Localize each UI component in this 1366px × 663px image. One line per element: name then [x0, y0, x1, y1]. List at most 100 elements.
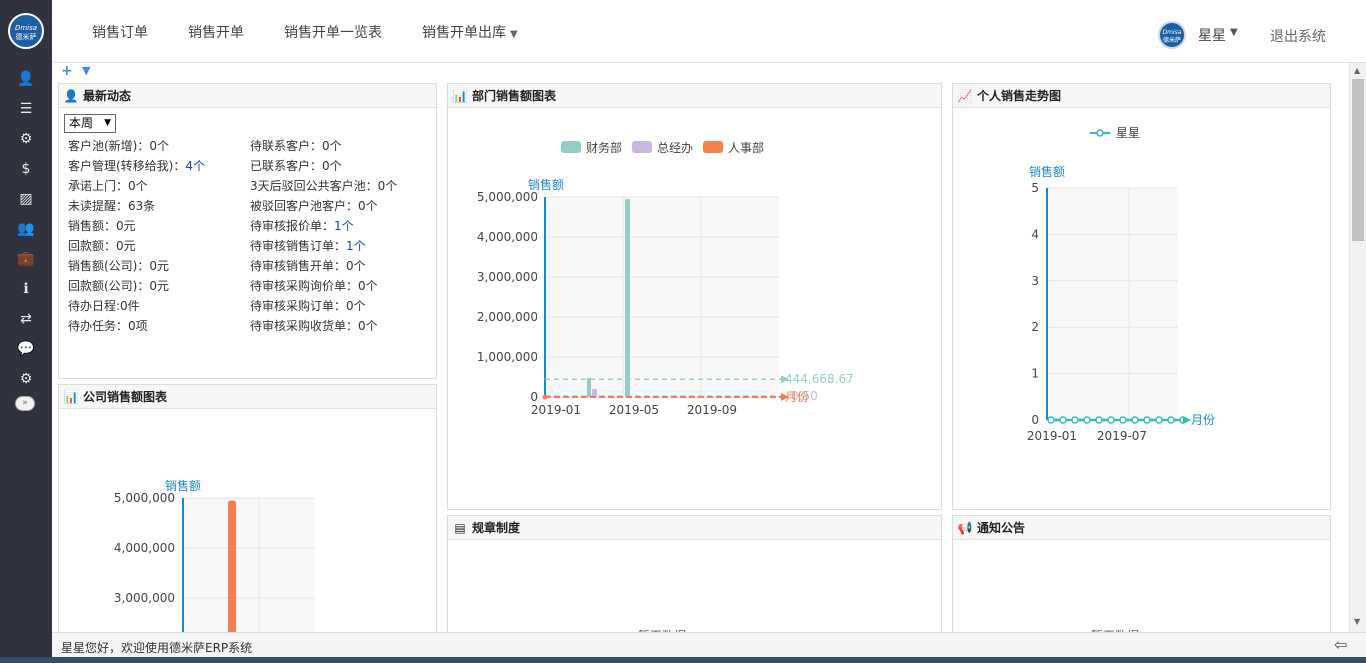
stat-item: 客户管理(转移给我)：4个	[68, 157, 205, 174]
comments-icon[interactable]: 💬	[0, 334, 52, 364]
average-label: 444,668.67	[785, 372, 854, 386]
data-point	[1155, 416, 1163, 424]
nav-sales-invoice[interactable]: 销售开单	[188, 22, 244, 42]
x-axis-label: 月份	[785, 390, 809, 404]
stat-value[interactable]: 1个	[346, 239, 366, 253]
y-tick-label: 2,000,000	[477, 310, 538, 324]
stat-label: 待办日程:	[68, 299, 121, 313]
y-tick-label: 3,000,000	[114, 591, 175, 605]
stat-label: 回款额(公司)：	[68, 279, 150, 293]
legend-label: 星星	[1116, 126, 1140, 140]
chevron-down-icon[interactable]: ▼	[1230, 27, 1238, 38]
stat-value: 0个	[322, 159, 342, 173]
y-tick-label: 5	[1031, 181, 1039, 195]
sidebar-icons: 👤 ☰ ⚙ $ ▨ 👥 💼 ℹ ⇄ 💬 ⚙	[0, 64, 52, 394]
dept-sales-panel-title: 部门销售额图表	[472, 89, 557, 103]
stat-value[interactable]: 4个	[185, 159, 205, 173]
stat-value: 0个	[358, 279, 378, 293]
nav-sales-invoice-list[interactable]: 销售开单一览表	[284, 22, 382, 42]
legend-label: 人事部	[728, 140, 764, 155]
company-sales-chart: 销售额5,000,0004,000,0003,000,0002,000,000	[114, 478, 315, 643]
data-point	[542, 394, 548, 400]
sidebar-collapse-button[interactable]: »	[15, 396, 35, 411]
welcome-text: 星星您好，欢迎使用德米萨ERP系统	[61, 641, 253, 655]
megaphone-icon: 📢	[957, 521, 973, 535]
logout-link[interactable]: 退出系统	[1270, 26, 1326, 46]
stat-item: 待审核采购订单：0个	[250, 297, 366, 314]
gears-icon[interactable]: ⚙	[0, 124, 52, 154]
y-tick-label: 4	[1031, 227, 1039, 241]
user-icon: 👤	[63, 89, 79, 103]
stat-label: 待审核采购订单：	[250, 299, 347, 313]
list-icon[interactable]: ☰	[0, 94, 52, 124]
legend-marker	[1096, 129, 1104, 137]
stat-value: 0个	[149, 139, 170, 153]
stat-value: 0项	[128, 319, 148, 333]
chevron-down-icon: ▼	[510, 29, 518, 40]
stat-label: 待审核采购询价单：	[250, 279, 359, 293]
scroll-up-icon[interactable]: ▲	[1354, 66, 1360, 75]
period-select[interactable]: 本周 ▼	[64, 114, 116, 133]
company-sales-panel: 📊 公司销售额图表 销售额 5,000,000 4,000,000 3,000,000…	[58, 384, 437, 644]
y-tick-label: 4,000,000	[114, 541, 175, 555]
news-panel: 👤 最新动态 本周 ▼ 客户池(新增)：0个 客户管理(转移给我)：4个 承诺上门：0…	[58, 83, 437, 379]
stat-item: 待办日程:0件	[68, 297, 140, 314]
users-icon[interactable]: 👥	[0, 214, 52, 244]
stat-item: 未读提醒：63条	[68, 197, 155, 214]
exchange-icon[interactable]: ⇄	[0, 304, 52, 334]
x-tick-label: 2019-09	[687, 403, 737, 417]
chevron-down-icon[interactable]: ▼	[82, 64, 90, 77]
notice-panel: 📢 通知公告 暂无数据	[952, 515, 1331, 645]
info-icon[interactable]: ℹ	[0, 274, 52, 304]
nav-sales-invoice-outbound[interactable]: 销售开单出库 ▼	[422, 22, 518, 42]
stat-label: 客户池(新增)：	[68, 139, 150, 153]
axis-arrow	[1183, 416, 1191, 424]
dept-sales-panel: 📊 部门销售额图表 财务部 总经办 人事部 销售额 0 1,000,000 2,000,00…	[447, 83, 942, 510]
dollar-icon[interactable]: $	[0, 154, 52, 184]
bar	[587, 377, 591, 397]
personal-trend-panel-title: 个人销售走势图	[977, 89, 1062, 103]
user-icon[interactable]: 👤	[0, 64, 52, 94]
user-name[interactable]: 星星	[1198, 25, 1226, 45]
stat-value[interactable]: 1个	[334, 219, 354, 233]
y-tick-label: 1,000,000	[477, 350, 538, 364]
stat-label: 未读提醒：	[68, 199, 129, 213]
stat-value: 0个	[346, 299, 366, 313]
stat-label: 销售额(公司)：	[68, 259, 150, 273]
dept-sales-chart: 财务部 总经办 人事部销售额01,000,0002,000,0003,000,000…	[477, 140, 854, 417]
scroll-down-icon[interactable]: ▼	[1354, 617, 1360, 626]
settings-icon[interactable]: ⚙	[0, 364, 52, 394]
bar	[625, 199, 630, 397]
personal-trend-chart: 星星销售额 0 1 2 3 4 5 月份 2019-01 2019-07	[1027, 126, 1215, 443]
add-widget-button[interactable]: +	[61, 63, 73, 79]
legend-swatch	[632, 141, 652, 153]
stat-label: 承诺上门：	[68, 179, 129, 193]
avatar[interactable]: Dmisa 德米萨	[1158, 21, 1186, 49]
stat-label: 客户管理(转移给我)：	[68, 159, 186, 173]
nav-sales-order[interactable]: 销售订单	[92, 22, 148, 42]
x-axis-label: 月份	[1191, 413, 1215, 427]
image-icon[interactable]: ▨	[0, 184, 52, 214]
news-panel-title: 最新动态	[83, 89, 132, 103]
data-point	[1095, 416, 1103, 424]
period-select-value: 本周	[69, 116, 94, 130]
stat-value: 0个	[358, 319, 378, 333]
data-point	[1119, 416, 1127, 424]
stat-label: 已联系客户：	[250, 159, 323, 173]
bar-chart-icon: 📊	[452, 89, 468, 103]
stat-value: 0元	[149, 279, 170, 293]
stat-value: 0个	[128, 179, 148, 193]
stat-value: 0个	[358, 199, 378, 213]
notice-panel-header: 📢 通知公告	[953, 516, 1330, 540]
company-logo[interactable]: Dmisa 德米萨	[8, 13, 44, 49]
plot-background	[545, 197, 779, 397]
stat-label: 待审核报价单：	[250, 219, 335, 233]
page-scrollbar[interactable]: ▲ ▼	[1349, 63, 1366, 632]
scrollbar-thumb[interactable]	[1352, 79, 1364, 241]
stat-item: 待审核销售订单：1个	[250, 237, 366, 254]
back-icon[interactable]: ⇦	[1334, 635, 1347, 654]
briefcase-icon[interactable]: 💼	[0, 244, 52, 274]
stat-label: 待审核销售订单：	[250, 239, 347, 253]
y-tick-label: 2	[1031, 320, 1039, 334]
legend-label: 总经办	[657, 140, 693, 155]
